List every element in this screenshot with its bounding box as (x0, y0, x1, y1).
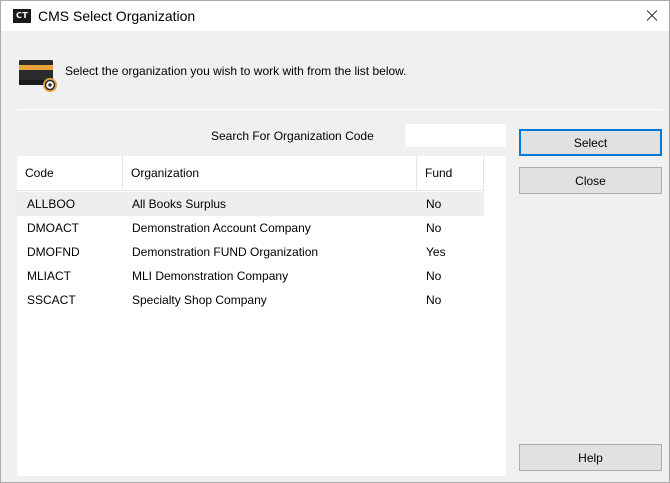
table-row[interactable]: DMOFND Demonstration FUND Organization Y… (17, 240, 484, 264)
list-rows: ALLBOO All Books Surplus No DMOACT Demon… (17, 192, 484, 312)
close-icon[interactable] (637, 3, 665, 29)
help-button[interactable]: Help (519, 444, 662, 471)
header-separator (17, 109, 662, 110)
row-fund: No (426, 269, 442, 283)
table-row[interactable]: DMOACT Demonstration Account Company No (17, 216, 484, 240)
dialog-window: CT CMS Select Organization Select the or… (0, 0, 670, 483)
row-fund: No (426, 221, 442, 235)
row-organization: Demonstration Account Company (132, 221, 311, 235)
row-organization: MLI Demonstration Company (132, 269, 289, 283)
close-button[interactable]: Close (519, 167, 662, 194)
row-organization: All Books Surplus (132, 197, 227, 211)
organization-list[interactable]: Code Organization Fund ALLBOO All Books … (17, 156, 506, 476)
table-row[interactable]: ALLBOO All Books Surplus No (17, 192, 484, 216)
column-header-code[interactable]: Code (17, 156, 123, 191)
search-label: Search For Organization Code (211, 129, 374, 143)
list-header: Code Organization Fund (17, 156, 484, 191)
select-button[interactable]: Select (519, 129, 662, 156)
instruction-text: Select the organization you wish to work… (65, 64, 407, 78)
organization-settings-icon (19, 60, 57, 92)
title-bar[interactable]: CT CMS Select Organization (1, 1, 669, 31)
row-fund: No (426, 197, 442, 211)
window-title: CMS Select Organization (38, 8, 196, 24)
table-row[interactable]: SSCACT Specialty Shop Company No (17, 288, 484, 312)
column-header-organization[interactable]: Organization (123, 156, 417, 191)
search-input[interactable] (405, 124, 506, 147)
row-code: ALLBOO (27, 197, 76, 211)
row-organization: Specialty Shop Company (132, 293, 267, 307)
row-code: SSCACT (27, 293, 76, 307)
row-code: DMOACT (27, 221, 79, 235)
row-fund: Yes (426, 245, 446, 259)
table-row[interactable]: MLIACT MLI Demonstration Company No (17, 264, 484, 288)
ct-logo: CT (13, 9, 31, 23)
row-fund: No (426, 293, 442, 307)
row-organization: Demonstration FUND Organization (132, 245, 319, 259)
row-code: MLIACT (27, 269, 72, 283)
column-header-fund[interactable]: Fund (417, 156, 484, 191)
row-code: DMOFND (27, 245, 80, 259)
